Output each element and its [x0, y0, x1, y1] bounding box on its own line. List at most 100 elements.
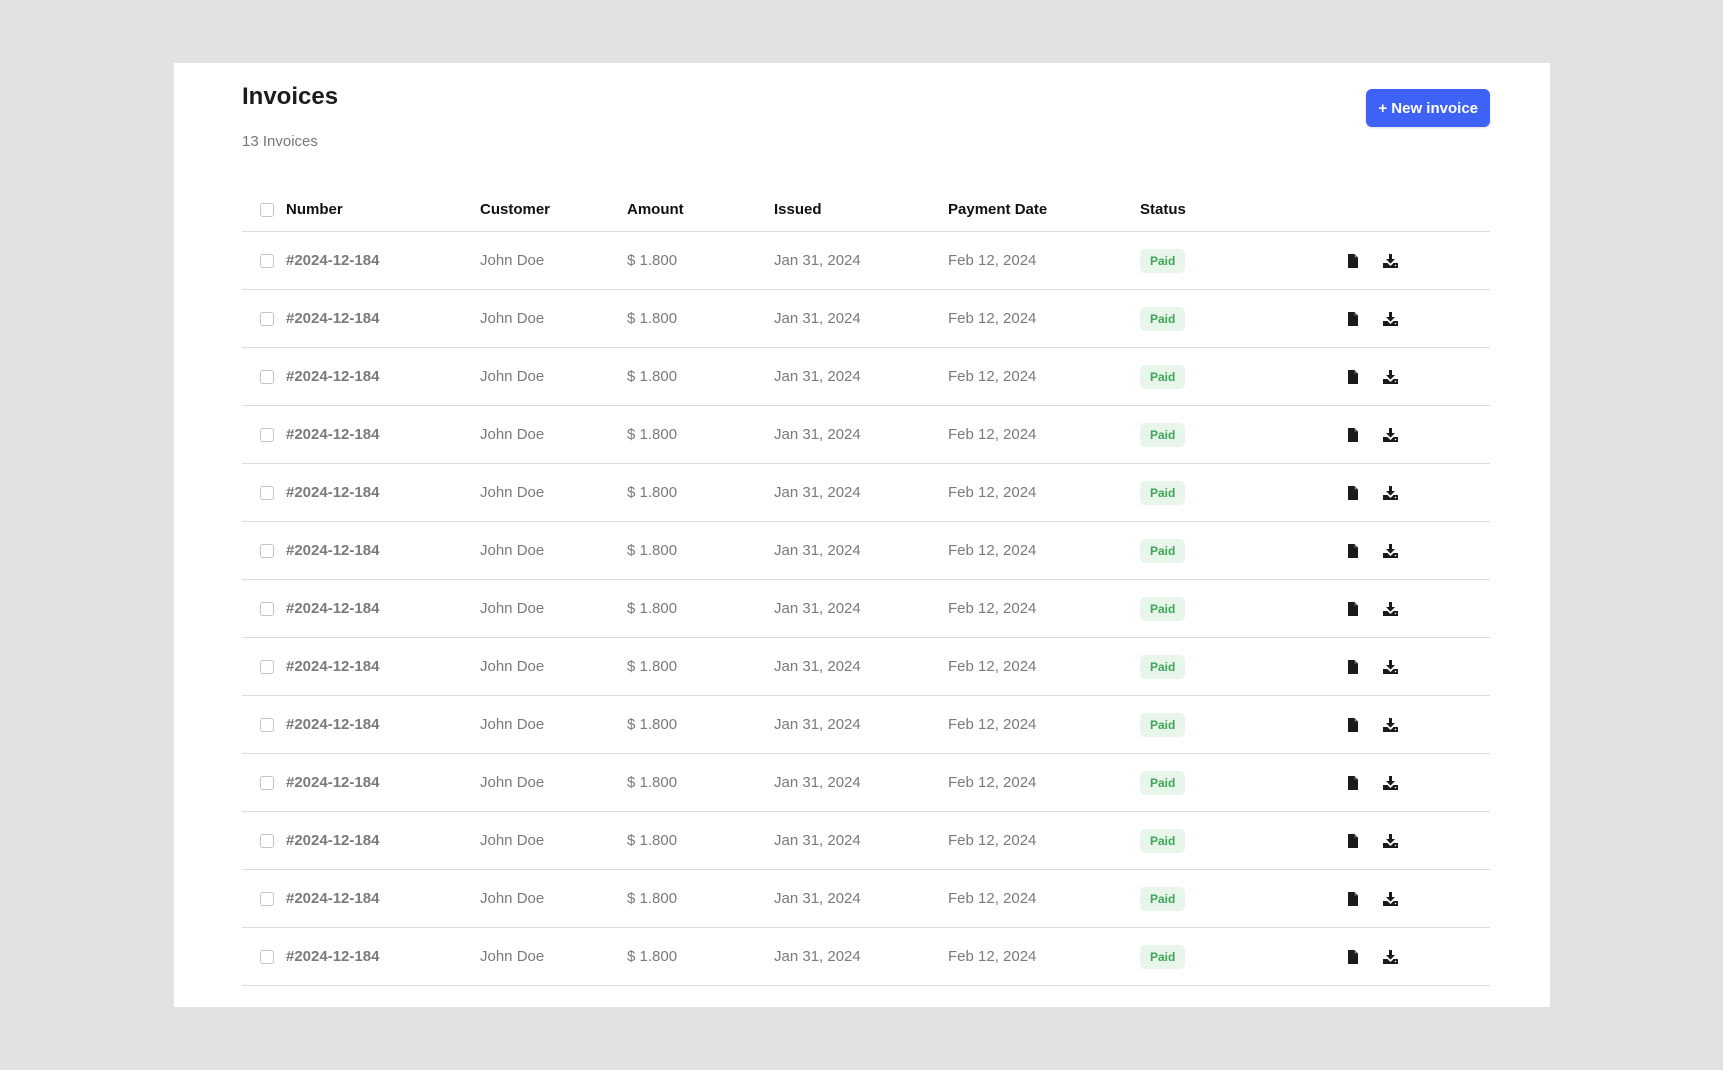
row-checkbox[interactable] [260, 544, 274, 559]
download-icon[interactable] [1383, 428, 1399, 443]
file-icon[interactable] [1347, 602, 1359, 617]
column-header-customer: Customer [480, 187, 627, 232]
status-badge: Paid [1140, 770, 1186, 795]
customer-name: John Doe [480, 753, 627, 812]
invoice-amount: $ 1.800 [627, 927, 774, 986]
row-checkbox[interactable] [260, 602, 274, 617]
table-row: #2024-12-184 John Doe $ 1.800 Jan 31, 20… [242, 521, 1490, 580]
page-header: Invoices 13 Invoices + New invoice [242, 81, 1490, 150]
payment-date: Feb 12, 2024 [948, 463, 1140, 522]
download-icon[interactable] [1383, 892, 1399, 907]
table-header-row: Number Customer Amount Issued Payment Da… [242, 187, 1490, 232]
table-row: #2024-12-184 John Doe $ 1.800 Jan 31, 20… [242, 695, 1490, 754]
issued-date: Jan 31, 2024 [774, 753, 948, 812]
status-badge: Paid [1140, 596, 1186, 621]
payment-date: Feb 12, 2024 [948, 811, 1140, 870]
invoice-amount: $ 1.800 [627, 231, 774, 290]
invoice-number: #2024-12-184 [286, 289, 480, 348]
page-title: Invoices [242, 83, 339, 110]
file-icon[interactable] [1347, 486, 1359, 501]
row-checkbox[interactable] [260, 718, 274, 733]
table-row: #2024-12-184 John Doe $ 1.800 Jan 31, 20… [242, 347, 1490, 406]
file-icon[interactable] [1347, 718, 1359, 733]
invoice-number: #2024-12-184 [286, 405, 480, 464]
column-header-payment-date: Payment Date [948, 187, 1140, 232]
payment-date: Feb 12, 2024 [948, 231, 1140, 290]
customer-name: John Doe [480, 463, 627, 522]
status-badge: Paid [1140, 306, 1186, 331]
customer-name: John Doe [480, 231, 627, 290]
customer-name: John Doe [480, 695, 627, 754]
invoices-table-body: #2024-12-184 John Doe $ 1.800 Jan 31, 20… [242, 231, 1490, 986]
status-badge: Paid [1140, 944, 1186, 969]
issued-date: Jan 31, 2024 [774, 463, 948, 522]
column-header-number: Number [286, 187, 480, 232]
invoice-number: #2024-12-184 [286, 811, 480, 870]
invoice-amount: $ 1.800 [627, 753, 774, 812]
issued-date: Jan 31, 2024 [774, 405, 948, 464]
invoice-amount: $ 1.800 [627, 695, 774, 754]
file-icon[interactable] [1347, 544, 1359, 559]
invoice-number: #2024-12-184 [286, 347, 480, 406]
issued-date: Jan 31, 2024 [774, 289, 948, 348]
customer-name: John Doe [480, 405, 627, 464]
row-checkbox[interactable] [260, 892, 274, 907]
row-checkbox[interactable] [260, 428, 274, 443]
file-icon[interactable] [1347, 254, 1359, 269]
file-icon[interactable] [1347, 428, 1359, 443]
download-icon[interactable] [1383, 254, 1399, 269]
new-invoice-button[interactable]: + New invoice [1366, 89, 1490, 127]
payment-date: Feb 12, 2024 [948, 753, 1140, 812]
row-checkbox[interactable] [260, 312, 274, 327]
file-icon[interactable] [1347, 776, 1359, 791]
row-checkbox[interactable] [260, 486, 274, 501]
download-icon[interactable] [1383, 950, 1399, 965]
invoice-amount: $ 1.800 [627, 405, 774, 464]
download-icon[interactable] [1383, 312, 1399, 327]
table-row: #2024-12-184 John Doe $ 1.800 Jan 31, 20… [242, 231, 1490, 290]
download-icon[interactable] [1383, 544, 1399, 559]
column-header-amount: Amount [627, 187, 774, 232]
row-checkbox[interactable] [260, 834, 274, 849]
table-row: #2024-12-184 John Doe $ 1.800 Jan 31, 20… [242, 463, 1490, 522]
file-icon[interactable] [1347, 834, 1359, 849]
invoice-amount: $ 1.800 [627, 869, 774, 928]
row-checkbox[interactable] [260, 950, 274, 965]
download-icon[interactable] [1383, 486, 1399, 501]
status-badge: Paid [1140, 828, 1186, 853]
table-row: #2024-12-184 John Doe $ 1.800 Jan 31, 20… [242, 811, 1490, 870]
customer-name: John Doe [480, 811, 627, 870]
invoice-number: #2024-12-184 [286, 463, 480, 522]
file-icon[interactable] [1347, 312, 1359, 327]
file-icon[interactable] [1347, 892, 1359, 907]
row-checkbox[interactable] [260, 254, 274, 269]
invoice-number: #2024-12-184 [286, 579, 480, 638]
customer-name: John Doe [480, 521, 627, 580]
payment-date: Feb 12, 2024 [948, 347, 1140, 406]
issued-date: Jan 31, 2024 [774, 579, 948, 638]
download-icon[interactable] [1383, 660, 1399, 675]
download-icon[interactable] [1383, 776, 1399, 791]
invoice-amount: $ 1.800 [627, 463, 774, 522]
invoice-amount: $ 1.800 [627, 637, 774, 696]
file-icon[interactable] [1347, 950, 1359, 965]
file-icon[interactable] [1347, 370, 1359, 385]
invoice-number: #2024-12-184 [286, 695, 480, 754]
row-checkbox[interactable] [260, 370, 274, 385]
file-icon[interactable] [1347, 660, 1359, 675]
row-checkbox[interactable] [260, 660, 274, 675]
status-badge: Paid [1140, 480, 1186, 505]
select-all-checkbox[interactable] [260, 202, 274, 217]
issued-date: Jan 31, 2024 [774, 927, 948, 986]
issued-date: Jan 31, 2024 [774, 811, 948, 870]
table-row: #2024-12-184 John Doe $ 1.800 Jan 31, 20… [242, 289, 1490, 348]
download-icon[interactable] [1383, 834, 1399, 849]
download-icon[interactable] [1383, 370, 1399, 385]
status-badge: Paid [1140, 712, 1186, 737]
issued-date: Jan 31, 2024 [774, 347, 948, 406]
row-checkbox[interactable] [260, 776, 274, 791]
customer-name: John Doe [480, 927, 627, 986]
download-icon[interactable] [1383, 718, 1399, 733]
download-icon[interactable] [1383, 602, 1399, 617]
customer-name: John Doe [480, 347, 627, 406]
